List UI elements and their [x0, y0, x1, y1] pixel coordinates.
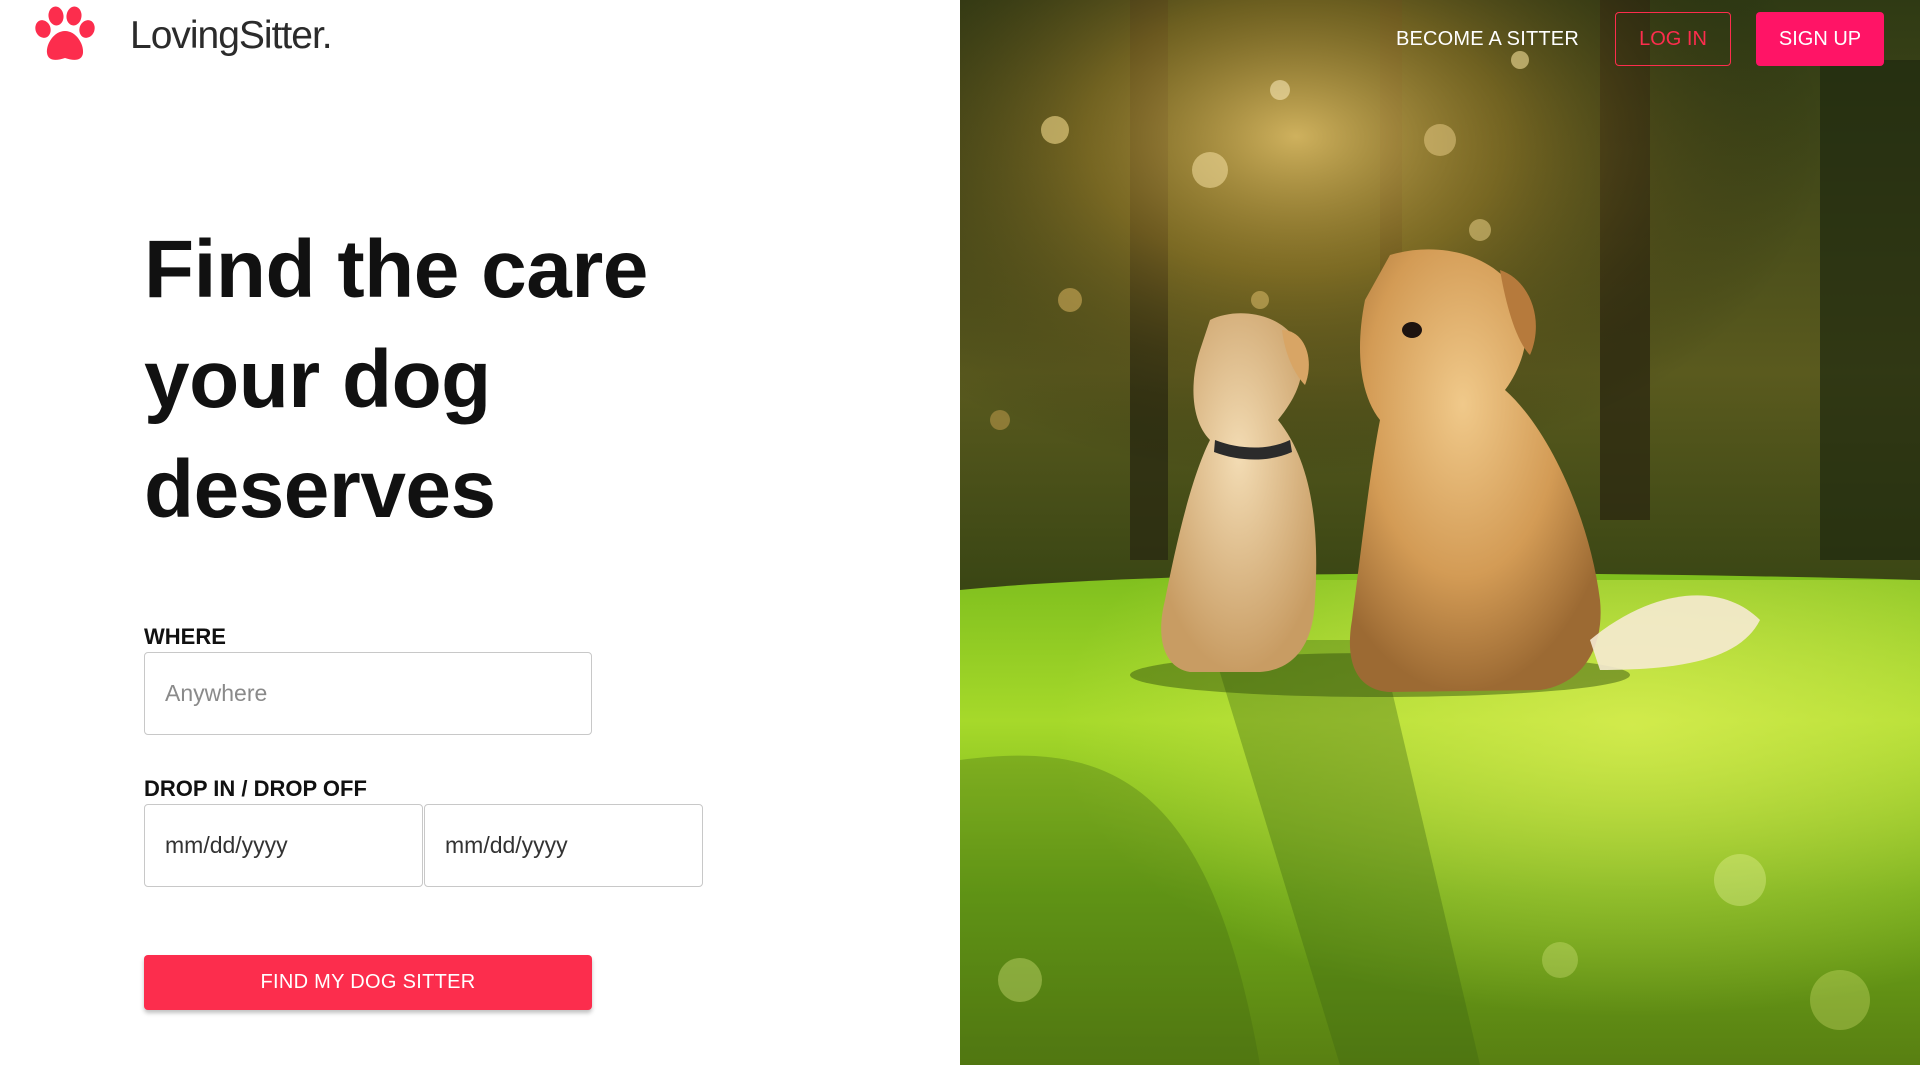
landing-page: LovingSitter. Find the care your dog des… — [0, 0, 1920, 1065]
page-title: Find the care your dog deserves — [144, 224, 648, 535]
hero-image-panel: BECOME A SITTER LOG IN SIGN UP — [960, 0, 1920, 1065]
where-input[interactable] — [144, 652, 592, 735]
top-nav: BECOME A SITTER LOG IN SIGN UP — [1396, 12, 1884, 66]
drop-in-date-input[interactable]: mm/dd/yyyy — [144, 804, 423, 887]
dogs-photo — [960, 0, 1920, 1065]
become-sitter-link[interactable]: BECOME A SITTER — [1396, 28, 1579, 51]
signup-button[interactable]: SIGN UP — [1756, 12, 1884, 66]
search-panel: LovingSitter. Find the care your dog des… — [0, 0, 960, 1065]
find-sitter-button[interactable]: FIND MY DOG SITTER — [144, 955, 592, 1010]
paw-icon — [35, 6, 95, 60]
dates-label: DROP IN / DROP OFF — [144, 776, 367, 801]
login-button[interactable]: LOG IN — [1615, 12, 1731, 66]
brand-name: LovingSitter. — [130, 13, 333, 57]
logo[interactable]: LovingSitter. — [34, 4, 333, 66]
where-label: WHERE — [144, 624, 226, 649]
drop-off-date-input[interactable]: mm/dd/yyyy — [424, 804, 703, 887]
